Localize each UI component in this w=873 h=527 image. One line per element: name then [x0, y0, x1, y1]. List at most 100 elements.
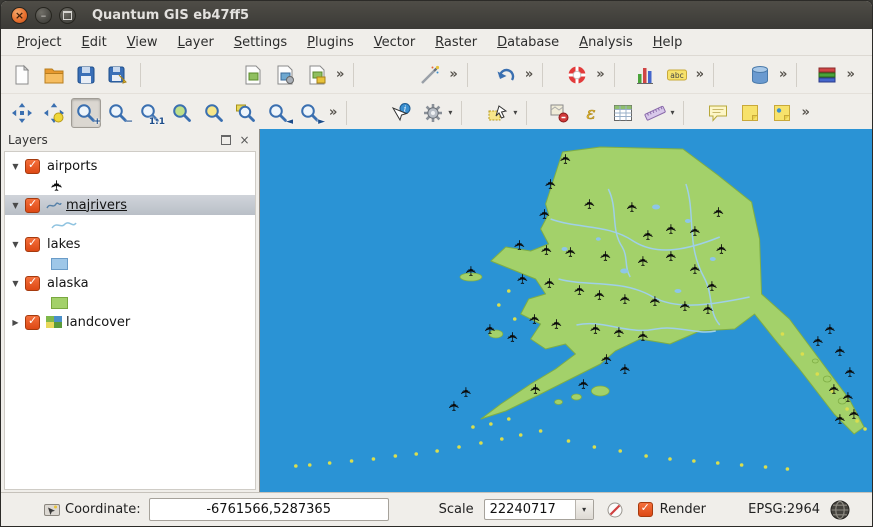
svg-text:✈: ✈	[612, 326, 628, 338]
svg-text:✈: ✈	[841, 391, 857, 403]
coordinate-input[interactable]	[149, 498, 389, 521]
zoom-in-button[interactable]: +	[71, 98, 101, 128]
collapse-arrow-icon[interactable]: ▼	[9, 162, 22, 171]
svg-text:✈: ✈	[678, 300, 694, 312]
menu-settings[interactable]: Settings	[224, 32, 297, 53]
layer-item-alaska[interactable]: ▼alaska	[5, 273, 255, 293]
toolbar-overflow-chevron[interactable]: »	[329, 105, 337, 120]
save-project-button[interactable]	[71, 60, 101, 90]
help-button[interactable]	[562, 60, 592, 90]
zoom-full-extent-button[interactable]	[167, 98, 197, 128]
database-manager-button[interactable]	[745, 60, 775, 90]
select-by-expression-button[interactable]	[576, 98, 606, 128]
layer-item-lakes[interactable]: ▼lakes	[5, 234, 255, 254]
new-print-composer-button[interactable]	[238, 60, 268, 90]
window-title: Quantum GIS eb47ff5	[92, 8, 249, 23]
svg-text:✈: ✈	[447, 400, 463, 412]
select-features-button-dropdown[interactable]: ▾	[513, 108, 517, 117]
layer-item-airports[interactable]: ▼airports	[5, 156, 255, 176]
menu-plugins[interactable]: Plugins	[297, 32, 364, 53]
identify-features-button[interactable]	[386, 98, 416, 128]
pan-map-button[interactable]	[7, 98, 37, 128]
note2-icon	[771, 102, 793, 124]
svg-text:✈: ✈	[529, 383, 545, 395]
zoom-native-button[interactable]: 1:1	[135, 98, 165, 128]
raster-tools-button[interactable]	[812, 60, 842, 90]
menu-layer[interactable]: Layer	[168, 32, 224, 53]
layer-item-landcover[interactable]: ▶landcover	[5, 312, 255, 332]
toolbar-overflow-chevron[interactable]: »	[596, 67, 604, 82]
layer-checkbox[interactable]	[25, 159, 40, 174]
zoom-next-button[interactable]: ►	[295, 98, 325, 128]
map-tips-button[interactable]	[703, 98, 733, 128]
labeling-button[interactable]	[662, 60, 692, 90]
undo-button[interactable]	[491, 60, 521, 90]
show-bookmarks-button[interactable]	[767, 98, 797, 128]
collapse-arrow-icon[interactable]: ▼	[9, 201, 22, 210]
expand-arrow-icon[interactable]: ▶	[9, 318, 22, 327]
layer-checkbox[interactable]	[25, 237, 40, 252]
menu-help[interactable]: Help	[643, 32, 693, 53]
toolbar-overflow-chevron[interactable]: »	[846, 67, 854, 82]
toolbar-overflow-chevron[interactable]: »	[449, 67, 457, 82]
attribute-table-button[interactable]	[608, 98, 638, 128]
open-project-button[interactable]	[39, 60, 69, 90]
composer-manager-button[interactable]	[270, 60, 300, 90]
svg-text:✈: ✈	[843, 366, 859, 378]
save-project-as-button[interactable]	[103, 60, 133, 90]
deselect-all-button[interactable]	[544, 98, 574, 128]
histogram-button[interactable]	[630, 60, 660, 90]
render-checkbox[interactable]	[638, 502, 653, 517]
svg-text:✈: ✈	[582, 198, 598, 210]
map-canvas[interactable]: ✈✈✈✈✈✈✈✈✈✈✈✈✈✈✈✈✈✈✈✈✈✈✈✈✈✈✈✈✈✈✈✈✈✈✈✈✈✈✈✈…	[259, 129, 872, 493]
dock-float-button[interactable]	[218, 133, 233, 148]
layer-checkbox[interactable]	[25, 276, 40, 291]
toolbar-overflow-chevron[interactable]: »	[696, 67, 704, 82]
extents-icon[interactable]	[43, 501, 61, 519]
scale-combobox[interactable]: 22240717 ▾	[484, 499, 594, 520]
measure-button[interactable]	[640, 98, 670, 128]
menu-view[interactable]: View	[117, 32, 168, 53]
layer-checkbox[interactable]	[25, 315, 40, 330]
ruler-icon	[644, 102, 666, 124]
print-composer-button[interactable]	[302, 60, 332, 90]
zoom-to-selection-button[interactable]	[199, 98, 229, 128]
editing-tools-button[interactable]	[415, 60, 445, 90]
zoom-out-button[interactable]: −	[103, 98, 133, 128]
window-close-button[interactable]: ×	[11, 7, 28, 24]
svg-text:✈: ✈	[636, 330, 652, 342]
toolbar-overflow-chevron[interactable]: »	[779, 67, 787, 82]
scale-dropdown-arrow[interactable]: ▾	[575, 500, 593, 519]
menu-analysis[interactable]: Analysis	[569, 32, 643, 53]
zoom-to-layer-button[interactable]	[231, 98, 261, 128]
layer-checkbox[interactable]	[25, 198, 40, 213]
collapse-arrow-icon[interactable]: ▼	[9, 240, 22, 249]
feature-action-button-dropdown[interactable]: ▾	[448, 108, 452, 117]
menu-raster[interactable]: Raster	[425, 32, 487, 53]
svg-text:✈: ✈	[513, 239, 529, 251]
menu-edit[interactable]: Edit	[72, 32, 117, 53]
select-features-button[interactable]	[483, 98, 513, 128]
pan-to-selection-button[interactable]	[39, 98, 69, 128]
layers-panel: Layers × ▼airports✈▼majrivers▼lakes▼alas…	[1, 129, 259, 493]
toolbar-overflow-chevron[interactable]: »	[525, 67, 533, 82]
menu-vector[interactable]: Vector	[364, 32, 425, 53]
page-icon	[11, 64, 33, 86]
menu-database[interactable]: Database	[487, 32, 569, 53]
zoom-last-button[interactable]: ◄	[263, 98, 293, 128]
window-maximize-button[interactable]	[59, 7, 76, 24]
new-bookmark-button[interactable]	[735, 98, 765, 128]
layer-item-majrivers[interactable]: ▼majrivers	[5, 195, 255, 215]
new-project-button[interactable]	[7, 60, 37, 90]
crs-status-icon[interactable]	[830, 500, 850, 520]
window-minimize-button[interactable]: –	[35, 7, 52, 24]
stop-rendering-icon[interactable]	[606, 501, 624, 519]
feature-action-button[interactable]	[418, 98, 448, 128]
menu-project[interactable]: Project	[7, 32, 72, 53]
measure-button-dropdown[interactable]: ▾	[670, 108, 674, 117]
collapse-arrow-icon[interactable]: ▼	[9, 279, 22, 288]
toolbar-overflow-chevron[interactable]: »	[336, 67, 344, 82]
dock-close-button[interactable]: ×	[237, 133, 252, 148]
svg-text:✈: ✈	[811, 335, 827, 347]
toolbar-overflow-chevron[interactable]: »	[801, 105, 809, 120]
